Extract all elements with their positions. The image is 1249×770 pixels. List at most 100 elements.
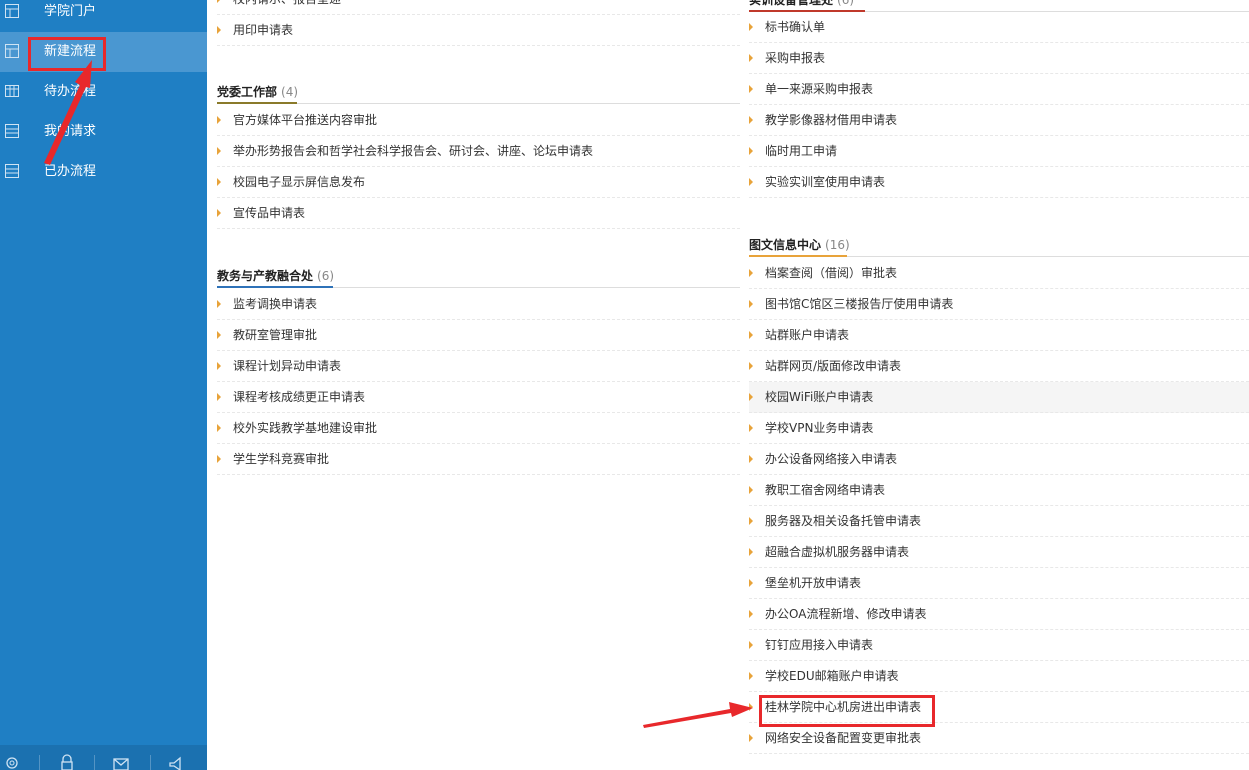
list-item[interactable]: 采购申报表 [749, 43, 1249, 74]
list-item[interactable]: 办公OA流程新增、修改申请表 [749, 599, 1249, 630]
list-item[interactable]: 官方媒体平台推送内容审批 [217, 105, 740, 136]
list-item[interactable]: 标书确认单 [749, 12, 1249, 43]
sidebar-item-done[interactable]: 已办流程 [0, 152, 207, 192]
list-item[interactable]: 课程考核成绩更正申请表 [217, 382, 740, 413]
section-label: 党委工作部 [217, 85, 278, 99]
bullet-arrow-icon [749, 331, 753, 339]
bullet-arrow-icon [749, 85, 753, 93]
section-title: 教务与产教融合处 (6) [217, 264, 740, 288]
section-accent-line [217, 102, 297, 104]
process-link-text: 学校VPN业务申请表 [765, 421, 874, 435]
gear-icon[interactable] [4, 753, 20, 770]
section-label: 实训设备管理处 [749, 0, 834, 7]
list-item[interactable]: 宣传品申请表 [217, 198, 740, 229]
bullet-arrow-icon [217, 116, 221, 124]
list-item[interactable]: 校园电子显示屏信息发布 [217, 167, 740, 198]
layout-icon [5, 44, 19, 58]
list-item[interactable]: 学生学科竞赛审批 [217, 444, 740, 475]
process-link-text: 监考调换申请表 [233, 297, 318, 311]
list-item[interactable]: 举办形势报告会和哲学社会科学报告会、研讨会、讲座、论坛申请表 [217, 136, 740, 167]
section-label: 教务与产教融合处 [217, 269, 314, 283]
annotation-highlight-box [28, 37, 106, 71]
sidebar-item-my-requests[interactable]: 我的请求 [0, 112, 207, 152]
list-item[interactable]: 办公设备网络接入申请表 [749, 444, 1249, 475]
list-item[interactable]: 教学影像器材借用申请表 [749, 105, 1249, 136]
list-item[interactable]: 监考调换申请表 [217, 289, 740, 320]
process-link-text: 堡垒机开放申请表 [765, 576, 862, 590]
bullet-arrow-icon [749, 455, 753, 463]
section-title: 党委工作部 (4) [217, 80, 740, 104]
list-item[interactable]: 图书馆C馆区三楼报告厅使用申请表 [749, 289, 1249, 320]
bullet-arrow-icon [749, 734, 753, 742]
list-item[interactable]: 堡垒机开放申请表 [749, 568, 1249, 599]
process-link-text: 用印申请表 [233, 23, 294, 37]
section-count: (16) [825, 238, 850, 252]
section-accent-line [217, 286, 333, 288]
bullet-arrow-icon [749, 641, 753, 649]
list-item[interactable]: 学校VPN业务申请表 [749, 413, 1249, 444]
process-link-text: 标书确认单 [765, 20, 826, 34]
bullet-arrow-icon [749, 517, 753, 525]
process-link-text: 校园电子显示屏信息发布 [233, 175, 366, 189]
bullet-arrow-icon [217, 300, 221, 308]
list-item[interactable]: 校内请示、报告呈递 [217, 0, 740, 15]
bullet-arrow-icon [749, 486, 753, 494]
section-title: 图文信息中心 (16) [749, 233, 1249, 257]
process-link-text: 钉钉应用接入申请表 [765, 638, 874, 652]
sidebar: 学院门户 新建流程 待办流程 我的请求 已办流程 [0, 0, 207, 770]
bullet-arrow-icon [217, 178, 221, 186]
sidebar-item-label: 已办流程 [44, 164, 97, 179]
bullet-arrow-icon [217, 331, 221, 339]
list-item[interactable]: 学校EDU邮箱账户申请表 [749, 661, 1249, 692]
sidebar-item-portal[interactable]: 学院门户 [0, 0, 207, 32]
list-item[interactable]: 站群网页/版面修改申请表 [749, 351, 1249, 382]
process-link-text: 校内请示、报告呈递 [233, 0, 341, 8]
section-count: (6) [317, 269, 335, 283]
list-item[interactable]: 网络安全设备配置变更审批表 [749, 723, 1249, 754]
bullet-arrow-icon [217, 455, 221, 463]
list-item[interactable]: 单一来源采购申报表 [749, 74, 1249, 105]
bullet-arrow-icon [217, 424, 221, 432]
list-item[interactable]: 教研室管理审批 [217, 320, 740, 351]
speaker-icon[interactable] [168, 753, 184, 770]
list-item[interactable]: 临时用工申请 [749, 136, 1249, 167]
process-link-text: 学校EDU邮箱账户申请表 [765, 669, 899, 683]
list-item[interactable]: 教职工宿舍网络申请表 [749, 475, 1249, 506]
list-item[interactable]: 站群账户申请表 [749, 320, 1249, 351]
list-item[interactable]: 课程计划异动申请表 [217, 351, 740, 382]
calendar-icon [5, 85, 19, 97]
section-count: (4) [281, 85, 299, 99]
sidebar-item-label: 学院门户 [44, 4, 97, 19]
mail-icon[interactable] [113, 753, 129, 770]
process-link-text: 教职工宿舍网络申请表 [765, 483, 886, 497]
bullet-arrow-icon [749, 610, 753, 618]
list-item[interactable]: 档案查阅（借阅）审批表 [749, 258, 1249, 289]
process-link-text: 办公设备网络接入申请表 [765, 452, 898, 466]
lock-icon[interactable] [59, 753, 75, 770]
list-item[interactable]: 钉钉应用接入申请表 [749, 630, 1249, 661]
list-item[interactable]: 超融合虚拟机服务器申请表 [749, 537, 1249, 568]
list-item[interactable]: 校园WiFi账户申请表 [749, 382, 1249, 413]
section-label: 图文信息中心 [749, 238, 822, 252]
bullet-arrow-icon [217, 147, 221, 155]
bullet-arrow-icon [749, 269, 753, 277]
process-link-text: 图书馆C馆区三楼报告厅使用申请表 [765, 297, 954, 311]
section-name: 实训设备管理处 (6) [749, 0, 854, 8]
process-link-text: 官方媒体平台推送内容审批 [233, 113, 378, 127]
annotation-highlight-box [759, 695, 935, 727]
list-item[interactable]: 服务器及相关设备托管申请表 [749, 506, 1249, 537]
bullet-arrow-icon [217, 209, 221, 217]
list-icon [5, 164, 19, 178]
bullet-arrow-icon [749, 178, 753, 186]
sidebar-item-todo[interactable]: 待办流程 [0, 72, 207, 112]
process-link-text: 宣传品申请表 [233, 206, 306, 220]
bullet-arrow-icon [217, 362, 221, 370]
bullet-arrow-icon [749, 703, 753, 711]
list-item[interactable]: 实验实训室使用申请表 [749, 167, 1249, 198]
list-item[interactable]: 用印申请表 [217, 15, 740, 46]
process-link-text: 学生学科竞赛审批 [233, 452, 330, 466]
list-item[interactable]: 校外实践教学基地建设审批 [217, 413, 740, 444]
process-link-text: 校外实践教学基地建设审批 [233, 421, 378, 435]
toolbar-divider [94, 755, 95, 770]
portal-icon [5, 4, 19, 18]
